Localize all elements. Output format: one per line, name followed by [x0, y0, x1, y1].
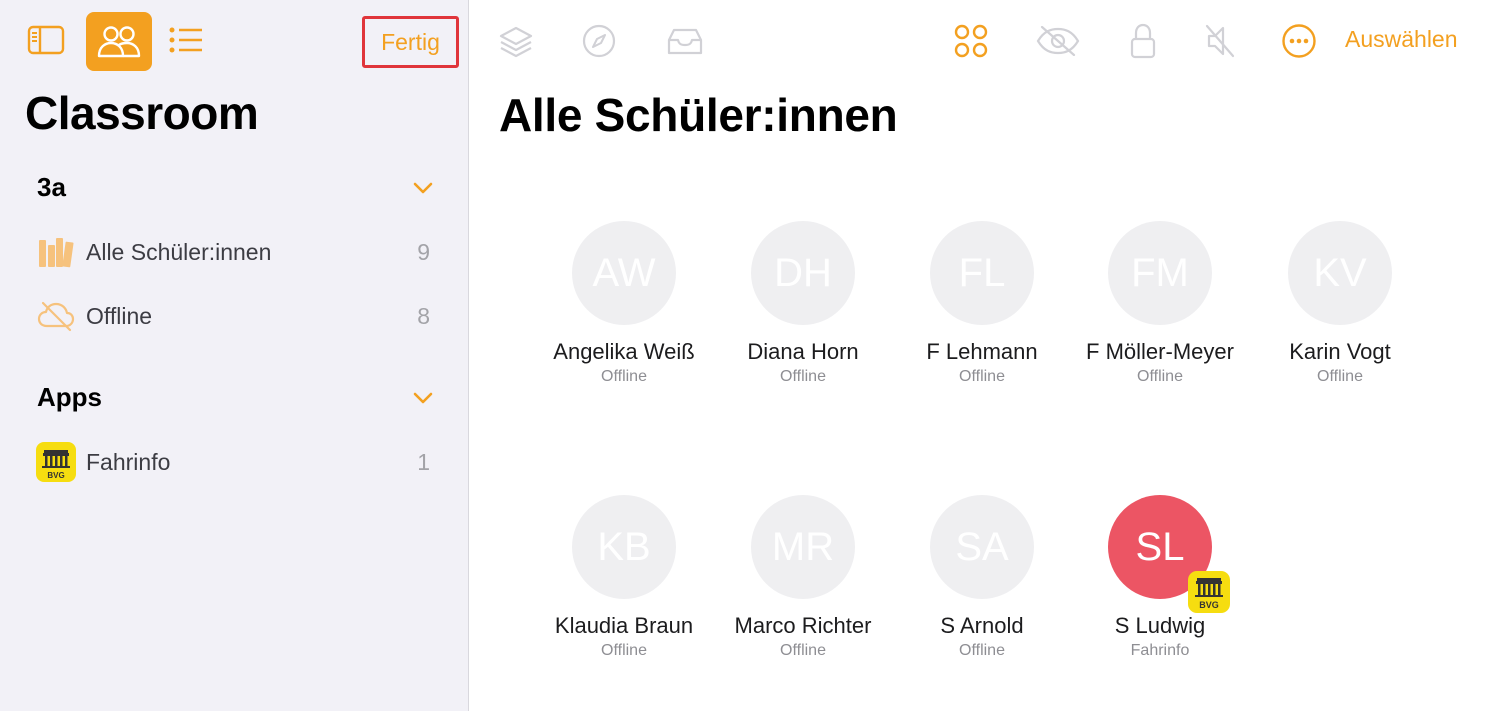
- sidebar-item-label: Alle Schüler:innen: [86, 238, 272, 265]
- avatar: MR: [751, 495, 855, 599]
- student-tile-sa[interactable]: SA S Arnold Offline: [897, 495, 1067, 660]
- student-status: Offline: [959, 368, 1005, 385]
- sidebar-item-count: 8: [417, 302, 430, 329]
- sidebar-toolbar: Fertig: [0, 0, 469, 80]
- compass-icon[interactable]: [580, 22, 618, 60]
- student-status: Offline: [1317, 368, 1363, 385]
- student-name: Karin Vogt: [1289, 339, 1391, 364]
- main-content: Auswählen Alle Schüler:innen AW Angelika…: [469, 0, 1497, 711]
- people-icon: [97, 25, 141, 57]
- student-tile-dh[interactable]: DH Diana Horn Offline: [718, 221, 888, 386]
- sidebar-item-count: 1: [417, 448, 430, 475]
- svg-text:BVG: BVG: [1199, 600, 1219, 610]
- student-tile-kb[interactable]: KB Klaudia Braun Offline: [539, 495, 709, 660]
- student-name: Diana Horn: [747, 339, 859, 364]
- avatar: FM: [1108, 221, 1212, 325]
- list-view-button[interactable]: [164, 20, 208, 60]
- student-tile-sl[interactable]: SL BVG S Ludwig Fahrinfo: [1075, 495, 1245, 660]
- avatar: SL BVG: [1108, 495, 1230, 613]
- student-status: Offline: [601, 642, 647, 659]
- sidebar-item-label: Offline: [86, 302, 153, 329]
- apps-grid-icon[interactable]: [952, 22, 990, 60]
- list-icon: [169, 27, 202, 53]
- student-status: Offline: [959, 642, 1005, 659]
- student-name: S Ludwig: [1114, 613, 1206, 638]
- avatar: SA: [930, 495, 1034, 599]
- section-header-3a[interactable]: 3a: [37, 172, 66, 203]
- avatar: KV: [1288, 221, 1392, 325]
- student-name: Marco Richter: [734, 613, 872, 638]
- student-tile-mr[interactable]: MR Marco Richter Offline: [718, 495, 888, 660]
- student-tile-kv[interactable]: KV Karin Vogt Offline: [1255, 221, 1425, 386]
- student-name: Angelika Weiß: [553, 339, 695, 364]
- main-toolbar: Auswählen: [469, 0, 1497, 80]
- eye-slash-icon[interactable]: [1035, 22, 1081, 60]
- sidebar-item-count: 9: [417, 238, 430, 265]
- student-status: Offline: [1137, 368, 1183, 385]
- layers-icon[interactable]: [497, 22, 535, 60]
- bvg-app-icon: BVG: [36, 442, 76, 482]
- student-tile-aw[interactable]: AW Angelika Weiß Offline: [539, 221, 709, 386]
- student-status: Offline: [601, 368, 647, 385]
- section-header-apps[interactable]: Apps: [37, 382, 102, 413]
- books-icon: [36, 232, 76, 272]
- chevron-down-icon[interactable]: [412, 391, 434, 405]
- student-status: Offline: [780, 642, 826, 659]
- student-name: S Arnold: [940, 613, 1024, 638]
- student-tile-fm[interactable]: FM F Möller-Meyer Offline: [1075, 221, 1245, 386]
- sidebar-item-all-students[interactable]: Alle Schüler:innen 9: [36, 230, 436, 274]
- sidebar-toggle-icon: [27, 25, 65, 55]
- select-button[interactable]: Auswählen: [1345, 26, 1458, 53]
- sidebar-item-offline[interactable]: Offline 8: [36, 294, 436, 338]
- mute-icon[interactable]: [1201, 22, 1239, 60]
- bvg-app-badge-icon: BVG: [1188, 571, 1230, 613]
- done-button[interactable]: Fertig: [362, 16, 459, 68]
- more-icon[interactable]: [1280, 22, 1318, 60]
- chevron-down-icon[interactable]: [412, 181, 434, 195]
- student-name: F Lehmann: [926, 339, 1038, 364]
- sidebar-toggle-button[interactable]: [24, 20, 68, 60]
- student-status: Offline: [780, 368, 826, 385]
- lock-icon[interactable]: [1124, 22, 1162, 60]
- page-title: Alle Schüler:innen: [499, 89, 898, 141]
- sidebar-item-fahrinfo[interactable]: BVG Fahrinfo 1: [36, 440, 436, 484]
- svg-text:BVG: BVG: [47, 471, 64, 480]
- sidebar: Fertig Classroom 3a Alle Schüler:innen 9…: [0, 0, 469, 711]
- cloud-offline-icon: [36, 296, 76, 336]
- avatar: FL: [930, 221, 1034, 325]
- students-view-button[interactable]: [86, 12, 152, 71]
- student-tile-fl[interactable]: FL F Lehmann Offline: [897, 221, 1067, 386]
- student-name: Klaudia Braun: [554, 613, 694, 638]
- sidebar-title: Classroom: [25, 87, 259, 139]
- avatar: AW: [572, 221, 676, 325]
- student-name: F Möller-Meyer: [1086, 339, 1234, 364]
- avatar: DH: [751, 221, 855, 325]
- student-status: Fahrinfo: [1130, 642, 1190, 659]
- sidebar-item-label: Fahrinfo: [86, 448, 171, 475]
- tray-icon[interactable]: [665, 22, 705, 60]
- avatar: KB: [572, 495, 676, 599]
